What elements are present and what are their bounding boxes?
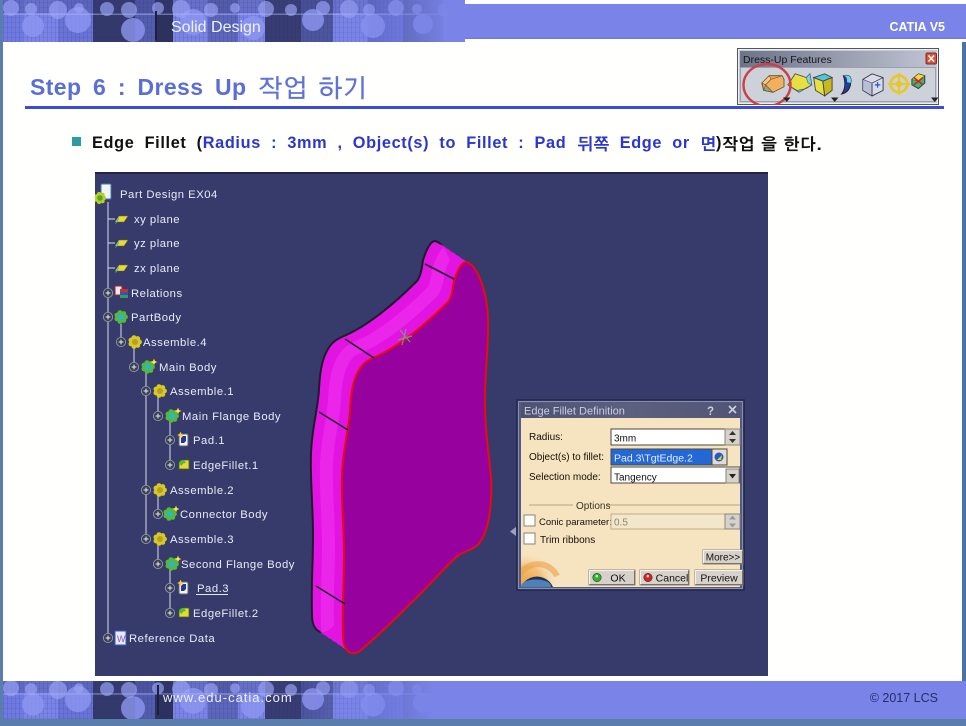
- svg-text:Assemble.3: Assemble.3: [170, 534, 234, 546]
- svg-text:yz plane: yz plane: [134, 238, 180, 250]
- svg-text:Selection mode:: Selection mode:: [529, 472, 601, 483]
- svg-text:?: ?: [707, 406, 714, 418]
- svg-text:Dress-Up Features: Dress-Up Features: [743, 54, 832, 66]
- svg-text:Trim ribbons: Trim ribbons: [540, 535, 595, 546]
- svg-text:OK: OK: [610, 573, 625, 585]
- svg-text:Pad.3: Pad.3: [197, 583, 229, 595]
- svg-text:W: W: [117, 634, 126, 644]
- svg-text:xy plane: xy plane: [134, 214, 180, 226]
- svg-text:Options: Options: [576, 501, 610, 512]
- svg-text:Preview: Preview: [700, 573, 738, 585]
- svg-text:Radius:: Radius:: [529, 432, 563, 443]
- svg-text:More>>: More>>: [706, 553, 741, 564]
- svg-text:EdgeFillet.2: EdgeFillet.2: [193, 608, 259, 620]
- svg-text:3mm: 3mm: [614, 434, 636, 445]
- svg-text:Pad.1: Pad.1: [193, 435, 225, 447]
- svg-text:Cancel: Cancel: [656, 573, 689, 585]
- svg-text:Tangency: Tangency: [614, 473, 657, 484]
- svg-text:Pad.3\TgtEdge.2: Pad.3\TgtEdge.2: [614, 453, 693, 465]
- svg-text:Connector Body: Connector Body: [180, 509, 268, 521]
- svg-text:Second Flange Body: Second Flange Body: [181, 559, 295, 571]
- svg-text:0.5: 0.5: [614, 518, 628, 529]
- svg-text:Assemble.2: Assemble.2: [170, 485, 234, 497]
- svg-text:Assemble.4: Assemble.4: [143, 337, 207, 349]
- svg-text:Main Flange Body: Main Flange Body: [182, 411, 281, 423]
- svg-text:Conic parameter:: Conic parameter:: [539, 517, 612, 528]
- svg-text:Main Body: Main Body: [159, 362, 217, 374]
- svg-text:Reference Data: Reference Data: [129, 633, 215, 645]
- svg-text:EdgeFillet.1: EdgeFillet.1: [193, 460, 259, 472]
- svg-text:Object(s) to fillet:: Object(s) to fillet:: [529, 452, 604, 463]
- svg-text:Edge Fillet Definition: Edge Fillet Definition: [524, 406, 625, 418]
- svg-text:Assemble.1: Assemble.1: [170, 386, 234, 398]
- svg-text:Part Design EX04: Part Design EX04: [120, 189, 218, 201]
- svg-text:zx plane: zx plane: [134, 263, 180, 275]
- svg-text:Relations: Relations: [131, 288, 183, 300]
- svg-text:PartBody: PartBody: [131, 312, 181, 324]
